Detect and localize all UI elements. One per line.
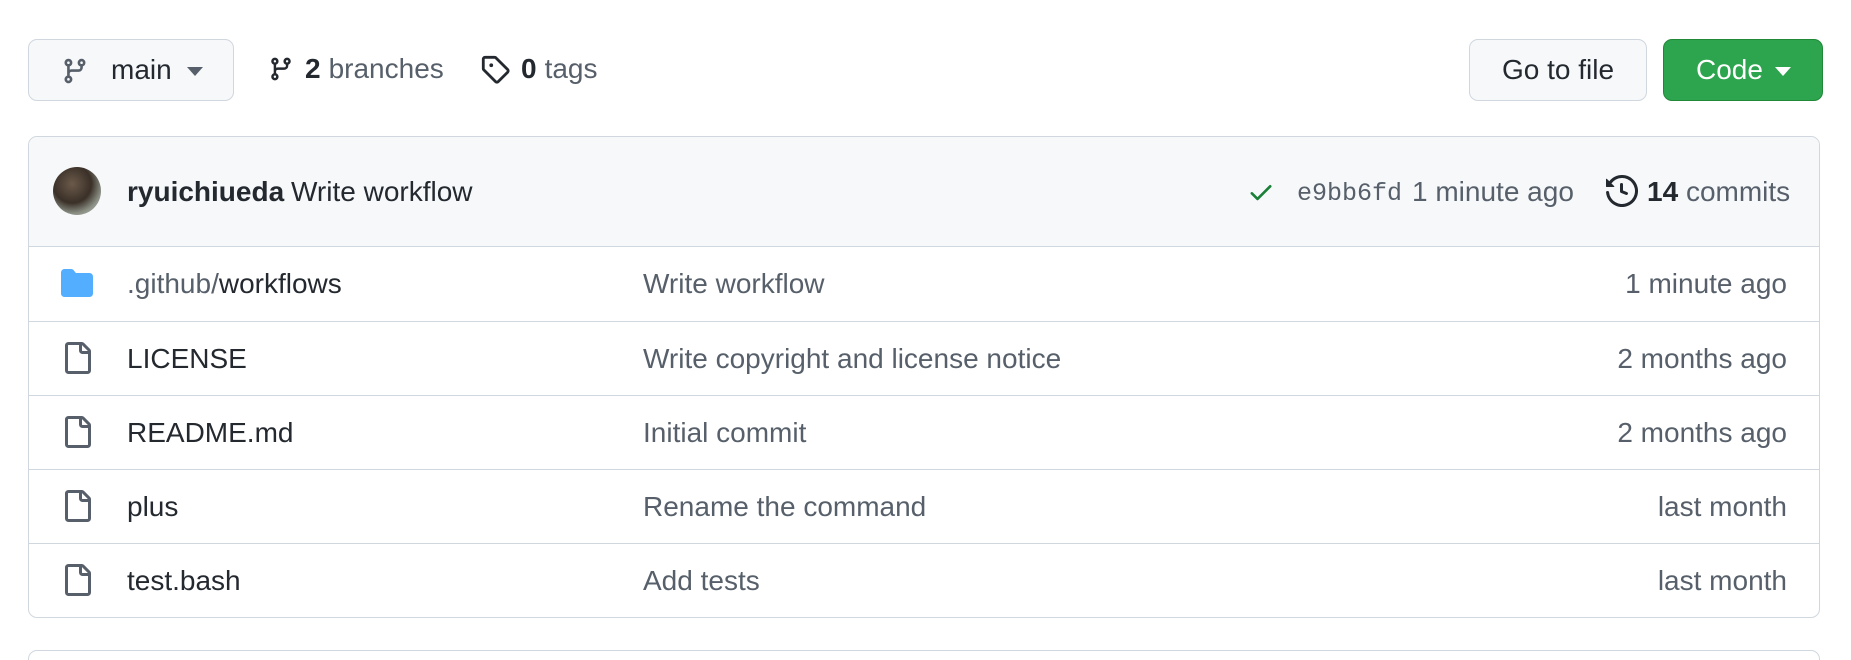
file-commit-message[interactable]: Initial commit [643, 417, 806, 449]
tags-count: 0 [521, 53, 537, 84]
file-name-link[interactable]: README.md [127, 417, 293, 449]
directory-name: workflows [218, 268, 342, 299]
readme-box-edge [28, 650, 1820, 660]
file-name-link[interactable]: plus [127, 491, 178, 523]
directory-path-prefix: .github/ [127, 268, 219, 299]
file-name-link[interactable]: LICENSE [127, 343, 247, 375]
file-row[interactable]: LICENSE Write copyright and license noti… [29, 321, 1819, 395]
code-button-label: Code [1696, 54, 1763, 85]
file-row[interactable]: .github/workflows Write workflow 1 minut… [29, 247, 1819, 321]
file-icon [65, 564, 91, 596]
caret-down-icon [187, 67, 203, 76]
file-commit-age: last month [1657, 491, 1787, 522]
file-commit-message[interactable]: Write workflow [643, 268, 825, 300]
file-list-box: ryuichiueda Write workflow e9bb6fd 1 min… [28, 136, 1820, 618]
history-icon [1606, 175, 1638, 207]
file-commit-age: last month [1657, 565, 1787, 596]
file-commit-age: 1 minute ago [1625, 268, 1787, 299]
branch-select-button[interactable]: main [28, 39, 234, 101]
go-to-file-button[interactable]: Go to file [1469, 39, 1647, 101]
author-avatar[interactable] [53, 167, 101, 215]
branches-count: 2 [305, 53, 321, 84]
commit-sha-link[interactable]: e9bb6fd [1297, 179, 1402, 208]
git-branch-icon [271, 57, 291, 81]
file-commit-message[interactable]: Write copyright and license notice [643, 343, 1061, 375]
file-commit-age: 2 months ago [1617, 417, 1787, 448]
file-row[interactable]: README.md Initial commit 2 months ago [29, 395, 1819, 469]
commit-author-link[interactable]: ryuichiueda [127, 176, 284, 208]
commit-time: 1 minute ago [1412, 176, 1574, 207]
file-icon [65, 416, 91, 448]
commits-count: 14 [1647, 176, 1679, 207]
tags-label: tags [544, 53, 598, 84]
caret-down-icon [1775, 67, 1791, 76]
latest-commit-bar: ryuichiueda Write workflow e9bb6fd 1 min… [29, 137, 1819, 247]
tag-icon [481, 55, 510, 84]
branches-label: branches [328, 53, 444, 84]
code-button[interactable]: Code [1663, 39, 1823, 101]
git-branch-icon [64, 58, 86, 84]
file-icon [65, 490, 91, 522]
commits-history-link[interactable]: 14 commits [1647, 176, 1790, 208]
file-commit-message[interactable]: Add tests [643, 565, 760, 597]
repo-toolbar: main 2 branches 0 tags Go to file Code [28, 39, 1823, 103]
commits-label: commits [1685, 176, 1791, 207]
file-commit-message[interactable]: Rename the command [643, 491, 926, 523]
current-branch-label: main [111, 54, 172, 85]
file-icon [65, 342, 91, 374]
file-name-link[interactable]: test.bash [127, 565, 241, 597]
file-name-link[interactable]: .github/workflows [127, 268, 342, 300]
file-commit-age: 2 months ago [1617, 343, 1787, 374]
tags-link[interactable]: 0 tags [480, 53, 598, 85]
branches-link[interactable]: 2 branches [268, 53, 444, 85]
file-row[interactable]: plus Rename the command last month [29, 469, 1819, 543]
check-icon[interactable] [1247, 178, 1275, 206]
repo-file-browser: main 2 branches 0 tags Go to file Code r… [0, 0, 1851, 660]
commit-message-link[interactable]: Write workflow [291, 176, 473, 208]
file-row[interactable]: test.bash Add tests last month [29, 543, 1819, 617]
folder-icon [61, 269, 93, 297]
